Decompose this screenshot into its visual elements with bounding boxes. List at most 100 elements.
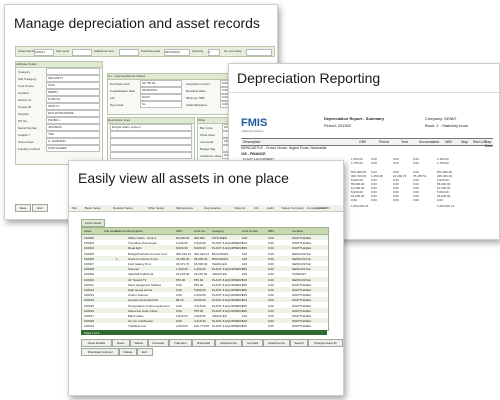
attribute-field[interactable]: D100721 [46, 96, 100, 103]
action-button[interactable]: Values [129, 339, 148, 347]
table-row[interactable]: 100019 Trackless tow 2,000.00 100,774.00 PLA… [82, 323, 328, 329]
action-button[interactable]: Change Asset ID [308, 339, 343, 347]
report-value: 0.00 [413, 198, 419, 202]
menu-item[interactable]: Util [254, 206, 258, 210]
grid-column-header: GBV [176, 229, 183, 233]
report-book: Book: 1 - Statutory book [425, 123, 468, 128]
purchase-date-label: Purchase date [141, 49, 161, 53]
other-label: Budget Tag [200, 146, 216, 151]
attribute-row: Location DERBY [16, 89, 102, 96]
report-value: 0.00 [371, 161, 377, 165]
grid-column-header: NBV [268, 229, 275, 233]
grid-column-header: Cost Lot [194, 229, 206, 233]
attribute-row: PO No. PH082-1 [16, 117, 102, 124]
attribute-field[interactable] [46, 68, 100, 75]
value-field[interactable]: SL [140, 101, 182, 108]
attribute-field[interactable]: PH082-1 [46, 117, 100, 124]
action-button[interactable]: Disposals [192, 339, 216, 347]
value-field[interactable]: 06/06/2015 [140, 87, 182, 94]
action-button[interactable]: Delete [119, 348, 137, 356]
table-cell: Trackless tow [128, 324, 147, 329]
attribute-label: Project ID [18, 104, 32, 109]
attribute-field[interactable]: SECURITY [46, 75, 100, 82]
value-field[interactable]: 32,765.00 [140, 80, 182, 87]
attribute-row: Capital Y YES [16, 131, 102, 138]
table-cell: WHITTLESEA [292, 324, 312, 329]
menu-item[interactable]: Select Company [282, 206, 304, 210]
grid-column-header: Location [292, 229, 304, 233]
action-button[interactable]: Transfers [168, 339, 192, 347]
report-value: 0.00 [371, 198, 377, 202]
live-date-field[interactable] [246, 49, 272, 56]
attribute-row: Supplier EFS WORLDWIDE [16, 110, 102, 117]
action-button[interactable]: Search [290, 339, 309, 347]
quantity-field[interactable]: 1 [208, 49, 220, 56]
action-button[interactable]: Notes [111, 339, 130, 347]
attribute-row: Category [16, 68, 102, 75]
table-cell: 100019 [84, 324, 95, 329]
asset-grid: Asset Sub asset Add cost Description GBV Cost… [81, 227, 329, 331]
menu-item[interactable]: Detailed Setup [113, 206, 133, 210]
description-line-3[interactable] [110, 138, 192, 145]
attribute-row: Project ID ZIF0L71 [16, 103, 102, 110]
action-button[interactable]: Exit [136, 348, 153, 356]
attribute-field[interactable]: ZIF0L71 [46, 103, 100, 110]
report-title: Depreciation Report - Summary [324, 116, 385, 121]
attribute-label: Category [18, 69, 31, 74]
action-button[interactable]: Attachments [263, 339, 291, 347]
menu-item[interactable]: Reports [235, 206, 246, 210]
value-row: Dep Code SL [108, 101, 184, 108]
asset-list-window: Easily view all assets in one place File… [68, 160, 344, 396]
report-location-line: NEWCASTLE - Crown House, Argent Road, Ne… [241, 146, 327, 150]
divider [229, 92, 499, 93]
menu-item[interactable]: Basic Setup [85, 206, 101, 210]
purchase-date-field[interactable]: 06/04/2015 [164, 49, 190, 56]
attribute-field[interactable]: CMS [46, 82, 100, 89]
menu-item[interactable]: Maintenance [176, 206, 193, 210]
attribute-field[interactable]: G. HARDING [46, 138, 100, 145]
table-cell: 2,000.00 [176, 324, 188, 329]
attribute-label: Serial Number [18, 125, 38, 130]
save-button[interactable]: Save [15, 204, 31, 212]
attribute-field[interactable]: EFS WORLDWIDE [46, 110, 100, 117]
sub-asset-field[interactable] [72, 49, 92, 56]
report-value: 0.00 [413, 161, 419, 165]
attribute-label: Supplier [18, 111, 30, 116]
value-label: Minimum NBV [186, 95, 206, 100]
menu-item[interactable]: Other Setup [148, 206, 164, 210]
report-value: 0.00 [437, 198, 443, 202]
value-field[interactable]: 8,000 [140, 94, 182, 101]
description-line-2[interactable] [110, 131, 192, 138]
asset-detail-tab[interactable]: Asset Detail [81, 219, 106, 227]
menu-item[interactable]: Audit [267, 206, 274, 210]
attribute-field[interactable]: YES [46, 131, 100, 138]
asset-grid-pager[interactable]: Page 1 of 3 [81, 330, 327, 335]
exit-button[interactable]: Exit [32, 204, 48, 212]
action-button[interactable]: Asset Details [81, 339, 112, 347]
other-label: Insurance value [200, 153, 222, 158]
description-line-4[interactable] [110, 145, 192, 152]
value-row: Capitalisation Date 06/06/2015 [108, 87, 184, 94]
description-line-5[interactable] [110, 152, 192, 159]
report-value: 0.00 [351, 198, 357, 202]
description-line-1[interactable]: Burglar alarm system [110, 124, 192, 131]
action-button[interactable]: Forecast [147, 339, 169, 347]
card2-title: Depreciation Reporting [237, 70, 381, 86]
attribute-label: Location [18, 90, 30, 95]
menu-item[interactable]: File [72, 206, 77, 210]
additional-cost-field[interactable] [119, 49, 139, 56]
action-button[interactable]: Journals [242, 339, 264, 347]
menu-item[interactable]: Depreciation [204, 206, 221, 210]
report-period: Period: 201502 [324, 123, 352, 128]
asset-number-field[interactable]: 100021 [34, 49, 54, 56]
grid-column-header: Category [212, 229, 225, 233]
action-button[interactable]: Adjustments [215, 339, 242, 347]
sub-asset-label: Sub asset [56, 49, 70, 53]
attribute-field[interactable]: PURCHASED [46, 145, 100, 152]
attribute-field[interactable]: DERBY [46, 89, 100, 96]
report-value: 1,755.00 [437, 161, 449, 165]
attribute-field[interactable]: J2S25030 [46, 124, 100, 131]
company-label: Company DEMO [307, 206, 330, 210]
table-cell: PLANT & EQUIPMENT [212, 324, 244, 329]
action-button[interactable]: Download to Excel [81, 348, 120, 356]
